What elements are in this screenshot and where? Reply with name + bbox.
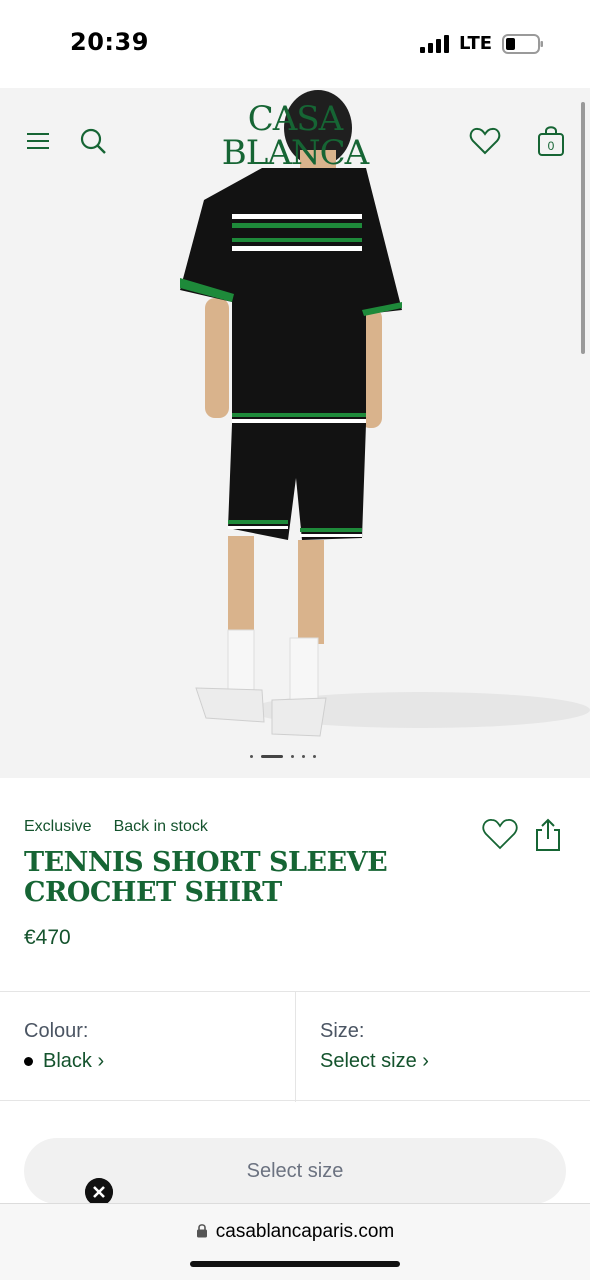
status-bar: 20:39 LTE [0, 0, 590, 88]
size-selector[interactable]: Select size › [320, 1050, 429, 1073]
product-tags: Exclusive Back in stock [24, 818, 208, 836]
colour-value: Black › [43, 1050, 105, 1072]
battery-icon [502, 34, 543, 54]
close-icon[interactable] [85, 1178, 113, 1206]
search-icon[interactable] [78, 126, 108, 156]
logo-line-1: CASA [247, 99, 343, 139]
menu-icon[interactable] [25, 130, 53, 152]
size-label: Size: [320, 1020, 365, 1042]
network-label: LTE [459, 33, 493, 54]
colour-swatch [24, 1057, 33, 1066]
product-title-line-1: TENNIS SHORT SLEEVE [24, 847, 388, 878]
browser-url-bar[interactable]: casablancaparis.com [0, 1203, 590, 1280]
product-photo [180, 90, 590, 737]
tag-back-in-stock: Back in stock [113, 818, 208, 835]
shopping-bag-icon[interactable]: 0 [536, 124, 566, 158]
carousel-dot-active[interactable] [261, 754, 283, 758]
carousel-dot[interactable] [302, 754, 305, 758]
carousel-dot[interactable] [250, 754, 253, 758]
tag-exclusive: Exclusive [24, 818, 92, 835]
brand-logo[interactable]: CASA BLANCA [210, 102, 380, 170]
carousel-dot[interactable] [313, 754, 316, 758]
colour-selector[interactable]: Black › [24, 1050, 104, 1073]
bag-count: 0 [548, 139, 555, 153]
page-scrollbar[interactable] [581, 102, 585, 354]
product-options: Colour: Black › Size: Select size › [0, 991, 590, 1102]
lock-icon [196, 1224, 207, 1238]
wishlist-icon[interactable] [469, 126, 501, 156]
carousel-indicator[interactable] [250, 752, 340, 760]
carousel-dot[interactable] [291, 754, 294, 758]
status-time: 20:39 [70, 28, 149, 56]
options-divider [295, 992, 296, 1102]
logo-line-2: BLANCA [221, 133, 369, 173]
product-title: TENNIS SHORT SLEEVE CROCHET SHIRT [24, 848, 404, 908]
share-icon[interactable] [533, 818, 563, 852]
colour-label: Colour: [24, 1020, 89, 1042]
add-to-wishlist-icon[interactable] [482, 817, 518, 851]
signal-icon [420, 35, 449, 53]
product-title-line-2: CROCHET SHIRT [24, 877, 282, 908]
home-indicator[interactable] [190, 1261, 400, 1267]
product-price: €470 [24, 926, 71, 949]
url-field[interactable]: casablancaparis.com [0, 1221, 590, 1243]
size-value: Select size › [320, 1050, 429, 1072]
product-gallery[interactable]: CASA BLANCA 0 [0, 88, 590, 778]
url-text: casablancaparis.com [215, 1221, 395, 1242]
